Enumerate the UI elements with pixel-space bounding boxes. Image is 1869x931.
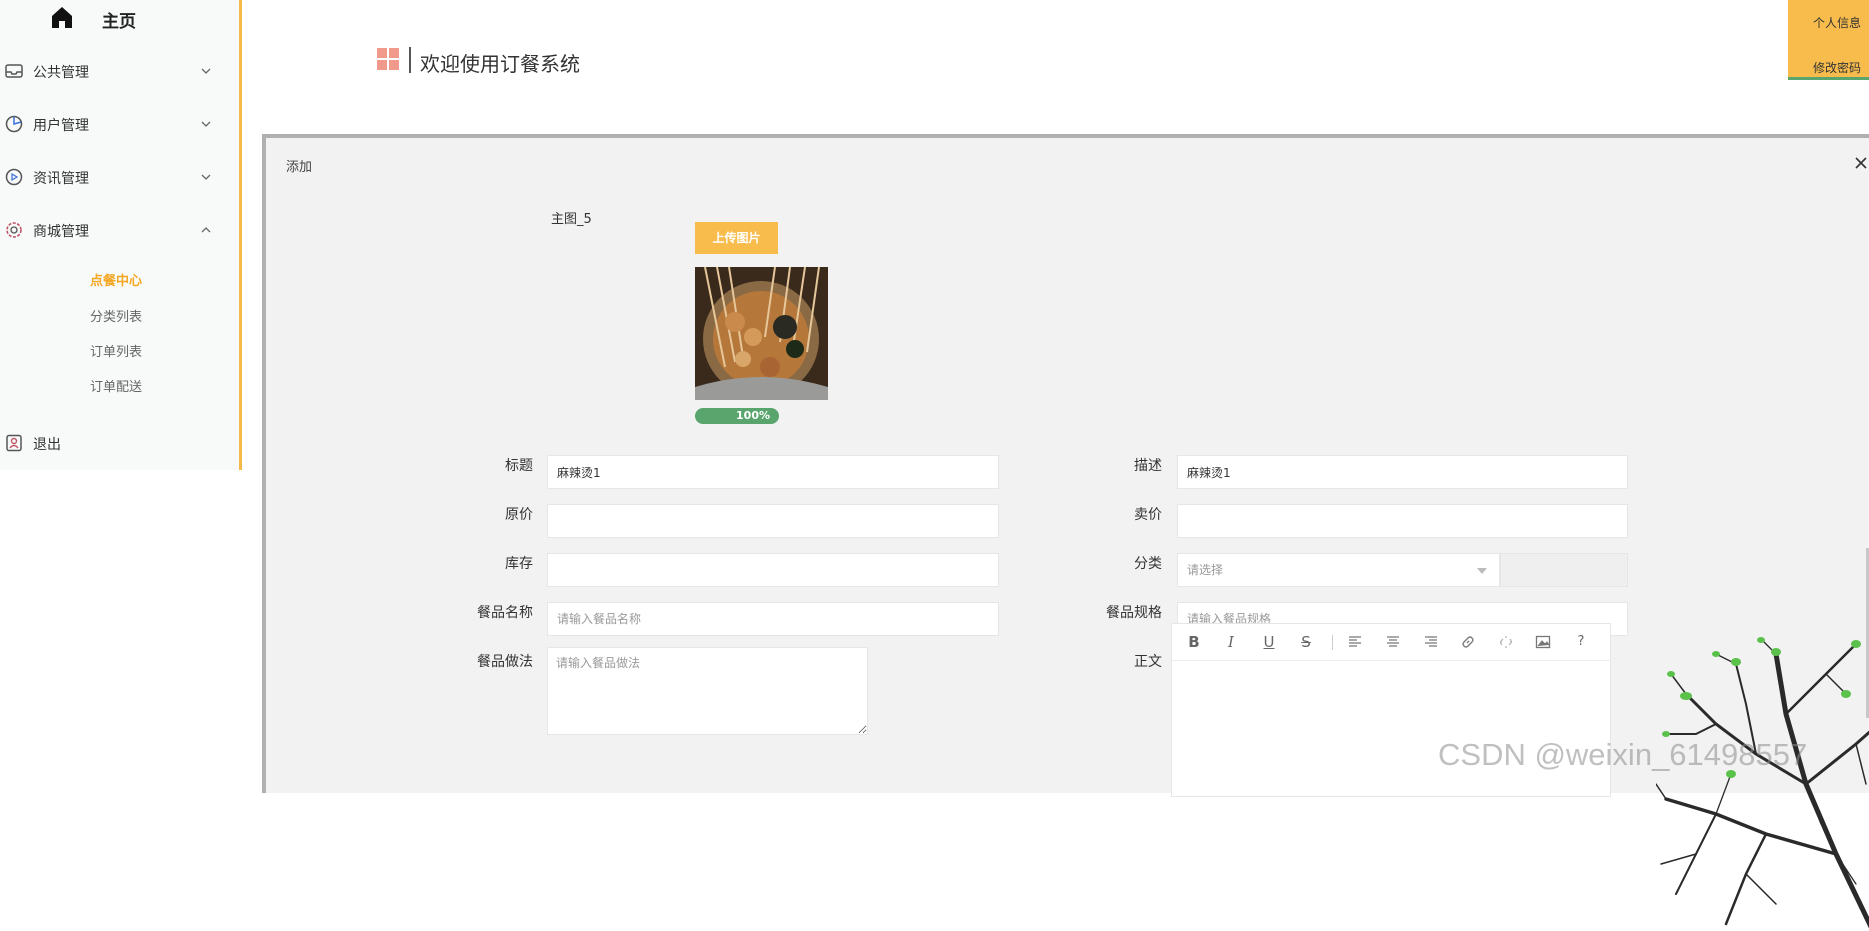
sidebar-subitem-order-list[interactable]: 订单列表 bbox=[90, 341, 142, 360]
home-icon bbox=[52, 7, 72, 28]
sidebar-item-label: 商城管理 bbox=[33, 224, 89, 240]
sidebar-item-public[interactable]: 公共管理 bbox=[0, 51, 239, 91]
sidebar-item-news[interactable]: 资讯管理 bbox=[0, 157, 239, 197]
chevron-down-icon bbox=[201, 121, 211, 127]
sidebar-item-logout[interactable]: 退出 bbox=[0, 423, 239, 463]
sidebar-subitem-order-center[interactable]: 点餐中心 bbox=[90, 270, 142, 289]
header-divider bbox=[409, 47, 411, 73]
progress-text: 100% bbox=[736, 409, 770, 422]
sidebar-item-mall[interactable]: 商城管理 bbox=[0, 210, 239, 250]
body-label: 正文 bbox=[1134, 654, 1162, 670]
original-price-input[interactable] bbox=[547, 504, 999, 538]
tree-decoration bbox=[1656, 637, 1869, 929]
title-input[interactable] bbox=[547, 455, 999, 489]
link-icon[interactable] bbox=[1458, 632, 1478, 652]
food-image bbox=[695, 267, 828, 400]
editor-toolbar: B I U S ? bbox=[1172, 624, 1610, 661]
sidebar-item-users[interactable]: 用户管理 bbox=[0, 104, 239, 144]
inbox-icon bbox=[5, 64, 23, 78]
help-button[interactable]: ? bbox=[1571, 632, 1591, 652]
caret-down-icon bbox=[1477, 568, 1487, 574]
dish-method-label: 餐品做法 bbox=[477, 654, 533, 670]
image-icon[interactable] bbox=[1533, 632, 1553, 652]
category-select-value: 请选择 bbox=[1187, 563, 1224, 577]
settings-icon bbox=[6, 222, 22, 238]
add-dialog: 添加 主图_5 上传图片 100% 标题 描述 原价 卖价 库存 分类 请选择 … bbox=[262, 134, 1869, 929]
sidebar: 主页 公共管理 用户管理 资讯管理 商城管理 点餐中心 分类列表 订单列表 订单… bbox=[0, 0, 242, 470]
bold-button[interactable]: B bbox=[1184, 632, 1204, 652]
sale-price-label: 卖价 bbox=[1134, 507, 1162, 523]
align-left-icon[interactable] bbox=[1345, 632, 1365, 652]
grid-logo-icon bbox=[377, 48, 399, 70]
dish-method-textarea[interactable] bbox=[547, 647, 868, 735]
underline-button[interactable]: U bbox=[1259, 632, 1279, 652]
pie-chart-icon bbox=[5, 115, 23, 133]
sidebar-item-label: 公共管理 bbox=[33, 65, 89, 81]
close-icon[interactable] bbox=[1854, 156, 1868, 170]
logout-icon bbox=[6, 434, 22, 452]
align-right-icon[interactable] bbox=[1421, 632, 1441, 652]
toolbar-separator bbox=[1332, 635, 1333, 650]
profile-link[interactable]: 个人信息 bbox=[1813, 14, 1861, 31]
main-image-label: 主图_5 bbox=[551, 212, 592, 227]
category-label: 分类 bbox=[1134, 556, 1162, 572]
user-menu: 个人信息 修改密码 bbox=[1788, 0, 1869, 80]
chevron-down-icon bbox=[201, 174, 211, 180]
upload-image-button[interactable]: 上传图片 bbox=[695, 222, 778, 254]
page-title: 欢迎使用订餐系统 bbox=[420, 52, 580, 76]
dialog-title: 添加 bbox=[286, 160, 313, 175]
sidebar-item-label: 资讯管理 bbox=[33, 171, 89, 187]
sidebar-subitem-delivery[interactable]: 订单配送 bbox=[90, 376, 142, 395]
stock-label: 库存 bbox=[505, 556, 533, 572]
sidebar-item-label: 用户管理 bbox=[33, 118, 89, 134]
category-select-extra bbox=[1500, 553, 1628, 587]
dish-name-input[interactable] bbox=[547, 602, 999, 636]
home-label: 主页 bbox=[102, 12, 136, 32]
description-label: 描述 bbox=[1134, 458, 1162, 474]
category-select[interactable]: 请选择 bbox=[1177, 553, 1500, 587]
dish-spec-label: 餐品规格 bbox=[1106, 605, 1162, 621]
description-input[interactable] bbox=[1177, 455, 1628, 489]
sidebar-subitem-category-list[interactable]: 分类列表 bbox=[90, 306, 142, 325]
chevron-up-icon bbox=[201, 227, 211, 233]
change-password-link[interactable]: 修改密码 bbox=[1813, 59, 1861, 76]
strikethrough-button[interactable]: S bbox=[1296, 632, 1316, 652]
italic-button[interactable]: I bbox=[1221, 632, 1241, 652]
sale-price-input[interactable] bbox=[1177, 504, 1628, 538]
dish-name-label: 餐品名称 bbox=[477, 605, 533, 621]
title-label: 标题 bbox=[505, 458, 533, 474]
chevron-down-icon bbox=[201, 68, 211, 74]
upload-progress: 100% bbox=[695, 408, 779, 424]
sidebar-home[interactable]: 主页 bbox=[0, 0, 239, 36]
play-circle-icon bbox=[5, 168, 23, 186]
unlink-icon[interactable] bbox=[1496, 632, 1516, 652]
watermark: CSDN @weixin_61498557 bbox=[1438, 737, 1808, 772]
stock-input[interactable] bbox=[547, 553, 999, 587]
original-price-label: 原价 bbox=[505, 507, 533, 523]
align-center-icon[interactable] bbox=[1383, 632, 1403, 652]
logout-label: 退出 bbox=[33, 437, 61, 453]
